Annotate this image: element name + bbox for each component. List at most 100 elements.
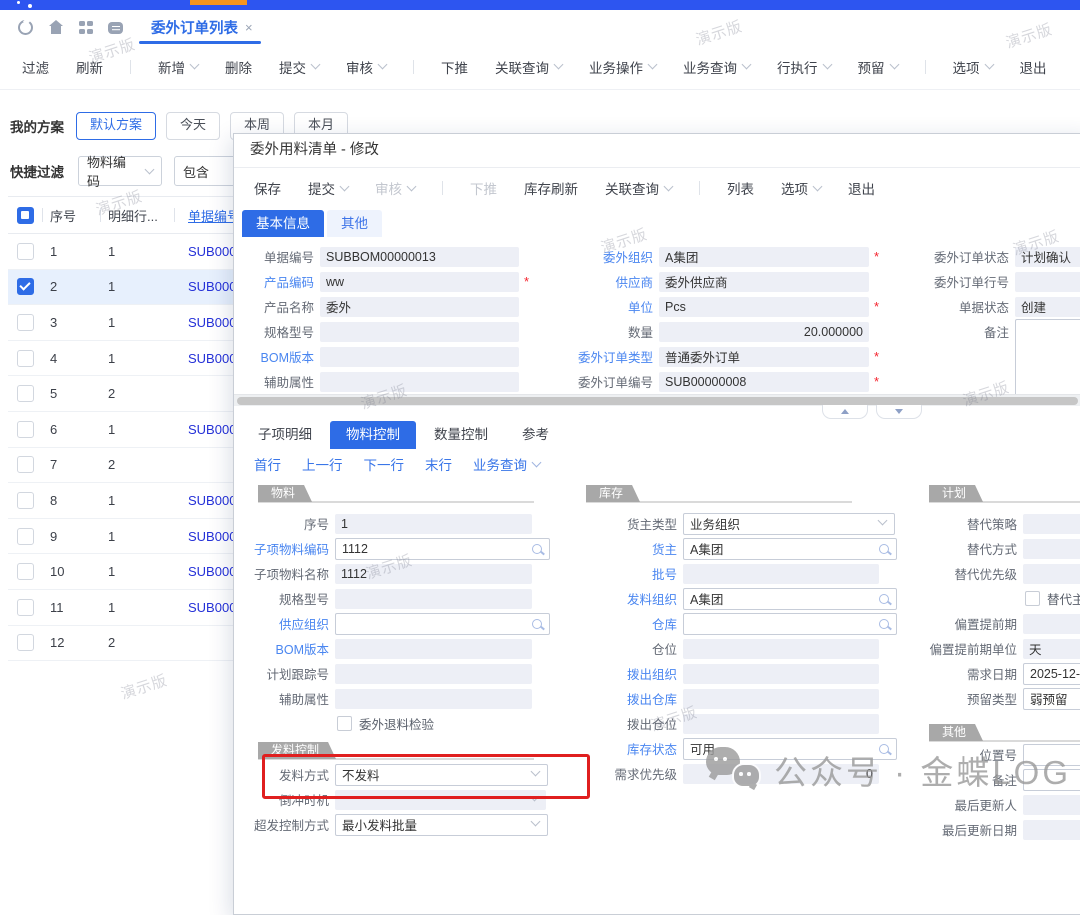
toolbar-button[interactable]: 提交 — [279, 57, 319, 77]
filter-field-select[interactable]: 物料编码 — [78, 156, 162, 186]
row-checkbox[interactable] — [17, 528, 34, 545]
toolbar-button[interactable]: 业务查询 — [683, 57, 750, 77]
detail-tab[interactable]: 数量控制 — [418, 421, 504, 449]
field-label[interactable]: BOM版本 — [244, 639, 329, 658]
lookup-field[interactable] — [683, 613, 897, 635]
field-row: 委外订单状态计划确认 — [924, 244, 1080, 269]
group-tag-label: 物料 — [258, 485, 312, 502]
toolbar-button[interactable]: 保存 — [254, 178, 281, 198]
plan-button[interactable]: 默认方案 — [76, 112, 156, 140]
close-icon[interactable]: × — [245, 20, 253, 35]
row-checkbox[interactable] — [17, 421, 34, 438]
sync-icon[interactable] — [18, 20, 33, 35]
select-all-checkbox[interactable] — [17, 207, 34, 224]
field-label[interactable]: 拨出组织 — [581, 664, 677, 683]
select-field[interactable]: 业务组织 — [683, 513, 895, 535]
row-nav-link[interactable]: 下一行 — [364, 454, 405, 474]
select-field[interactable]: 最小发料批量 — [335, 814, 548, 836]
toolbar-button[interactable]: 刷新 — [76, 57, 103, 77]
row-checkbox[interactable] — [17, 314, 34, 331]
select-field[interactable]: 不发料 — [335, 764, 548, 786]
row-checkbox[interactable] — [17, 456, 34, 473]
toolbar-button[interactable]: 退出 — [1020, 57, 1047, 77]
row-checkbox[interactable] — [17, 599, 34, 616]
search-icon[interactable] — [879, 594, 889, 604]
collapse-up-button[interactable] — [822, 405, 868, 419]
toolbar-button[interactable]: 库存刷新 — [524, 178, 578, 198]
checkbox[interactable] — [1025, 591, 1040, 606]
row-checkbox[interactable] — [17, 243, 34, 260]
toolbar-button[interactable]: 过滤 — [22, 57, 49, 77]
toolbar-button[interactable]: 选项 — [781, 178, 821, 198]
detail-tab[interactable]: 物料控制 — [330, 421, 416, 449]
home-icon[interactable] — [48, 20, 63, 35]
lookup-field[interactable]: A集团 — [683, 538, 897, 560]
search-icon[interactable] — [879, 544, 889, 554]
field-label[interactable]: 仓库 — [581, 614, 677, 633]
field-label[interactable]: 委外组织 — [568, 247, 653, 266]
lookup-field[interactable]: 1112 — [335, 538, 550, 560]
select-field[interactable]: 弱预留 — [1023, 688, 1080, 710]
row-checkbox[interactable] — [17, 385, 34, 402]
field-label[interactable]: 子项物料编码 — [244, 539, 329, 558]
textarea-field[interactable] — [1015, 319, 1080, 403]
toolbar-button[interactable]: 下推 — [441, 57, 468, 77]
field-label[interactable]: 拨出仓库 — [581, 689, 677, 708]
field-label[interactable]: 产品编码 — [244, 272, 314, 291]
row-nav-link[interactable]: 首行 — [254, 454, 281, 474]
row-checkbox[interactable] — [17, 634, 34, 651]
toolbar-button[interactable]: 行执行 — [777, 57, 831, 77]
tab-other[interactable]: 其他 — [327, 210, 382, 237]
collapse-down-button[interactable] — [876, 405, 922, 419]
toolbar-button[interactable]: 删除 — [225, 57, 252, 77]
detail-tab[interactable]: 参考 — [506, 421, 565, 449]
field-label[interactable]: 供应商 — [568, 272, 653, 291]
scrollbar-thumb[interactable] — [237, 397, 1078, 405]
field-label[interactable]: 发料组织 — [581, 589, 677, 608]
field-label[interactable]: 委外订单类型 — [568, 347, 653, 366]
lookup-field[interactable]: A集团 — [683, 588, 897, 610]
field-label[interactable]: 单位 — [568, 297, 653, 316]
toolbar-button[interactable]: 提交 — [308, 178, 348, 198]
row-checkbox[interactable] — [17, 492, 34, 509]
detail-tab[interactable]: 子项明细 — [242, 421, 328, 449]
row-checkbox[interactable] — [17, 278, 34, 295]
row-checkbox[interactable] — [17, 563, 34, 580]
message-icon[interactable] — [108, 22, 123, 34]
toolbar-button[interactable]: 业务操作 — [589, 57, 656, 77]
toolbar-button[interactable]: 关联查询 — [495, 57, 562, 77]
apps-grid-icon[interactable] — [78, 20, 93, 35]
search-icon[interactable] — [532, 544, 542, 554]
search-icon[interactable] — [879, 619, 889, 629]
field-label[interactable]: 批号 — [581, 564, 677, 583]
text-input[interactable] — [1023, 769, 1080, 791]
toolbar-button[interactable]: 审核 — [346, 57, 386, 77]
toolbar-button[interactable]: 新增 — [158, 57, 198, 77]
lookup-field[interactable] — [335, 613, 550, 635]
field-label[interactable]: 货主 — [581, 539, 677, 558]
toolbar-button[interactable]: 退出 — [848, 178, 875, 198]
horizontal-scrollbar[interactable] — [234, 394, 1080, 406]
field-label[interactable]: 供应组织 — [244, 614, 329, 633]
text-input[interactable]: 2025-12- — [1023, 663, 1080, 685]
row-nav-link[interactable]: 业务查询 — [473, 454, 540, 474]
plan-button[interactable]: 今天 — [166, 112, 220, 140]
field-label[interactable]: BOM版本 — [244, 347, 314, 366]
lookup-field[interactable]: 可用 — [683, 738, 897, 760]
filter-operator-select[interactable]: 包含 — [174, 156, 236, 186]
toolbar-button[interactable]: 预留 — [858, 57, 898, 77]
search-icon[interactable] — [532, 619, 542, 629]
row-checkbox[interactable] — [17, 350, 34, 367]
toolbar-button[interactable]: 列表 — [727, 178, 754, 198]
field-label[interactable]: 库存状态 — [581, 739, 677, 758]
toolbar-button[interactable]: 选项 — [953, 57, 993, 77]
tab-basic-info[interactable]: 基本信息 — [242, 210, 324, 237]
field-row: 最后更新日期 — [929, 817, 1080, 842]
toolbar-button[interactable]: 关联查询 — [605, 178, 672, 198]
row-nav-link[interactable]: 上一行 — [302, 454, 343, 474]
row-nav-link[interactable]: 末行 — [425, 454, 452, 474]
search-icon[interactable] — [879, 744, 889, 754]
tab-subcontract-order-list[interactable]: 委外订单列表 × — [151, 10, 253, 44]
checkbox[interactable] — [337, 716, 352, 731]
text-input[interactable] — [1023, 744, 1080, 766]
